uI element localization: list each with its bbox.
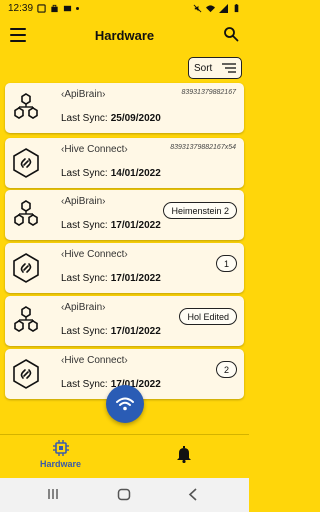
status-time: 12:39 [8, 2, 34, 14]
apibrain-icon [14, 306, 38, 332]
nav-hardware-label: Hardware [40, 459, 82, 469]
last-sync: Last Sync: 17/01/2022 [61, 379, 161, 390]
app-bar: Hardware [0, 20, 249, 52]
photo-icon [63, 5, 72, 11]
sort-label: Sort [194, 62, 213, 74]
last-sync-date: 14/01/2022 [110, 168, 161, 179]
device-label-badge: 1 [215, 255, 237, 272]
device-name: ‹ApiBrain› [61, 302, 106, 313]
notification-icon [37, 3, 46, 13]
bell-icon [177, 446, 191, 463]
last-sync-date: 17/01/2022 [110, 326, 161, 337]
device-card[interactable]: ‹Hive Connect› 1 Last Sync: 17/01/2022 [5, 243, 244, 293]
device-label-badge: 2 [215, 361, 237, 378]
hive-connect-icon [13, 359, 39, 389]
last-sync-label: Last Sync: [61, 273, 108, 284]
signal-icon [219, 3, 228, 13]
device-serial: 83931379882167 [181, 89, 236, 96]
hive-connect-icon [13, 148, 39, 178]
device-name: ‹ApiBrain› [61, 196, 106, 207]
device-name: ‹ApiBrain› [61, 89, 106, 100]
apibrain-icon [14, 93, 38, 119]
last-sync: Last Sync: 17/01/2022 [61, 273, 161, 284]
last-sync-label: Last Sync: [61, 326, 108, 337]
status-bar: 12:39 [0, 0, 249, 16]
device-name: ‹Hive Connect› [61, 144, 128, 155]
wifi-icon [206, 4, 215, 12]
device-name: ‹Hive Connect› [61, 355, 128, 366]
last-sync: Last Sync: 14/01/2022 [61, 168, 161, 179]
recent-apps-icon[interactable] [47, 488, 59, 500]
last-sync-date: 25/09/2020 [110, 113, 161, 124]
device-serial: 83931379882167x54 [170, 144, 236, 151]
back-icon[interactable] [188, 488, 198, 501]
device-card[interactable]: ‹ApiBrain› Hol Edited Last Sync: 17/01/20… [5, 296, 244, 346]
search-icon[interactable] [223, 26, 239, 42]
device-card[interactable]: ‹Hive Connect› 83931379882167x54 Last Sy… [5, 138, 244, 188]
hive-connect-icon [13, 253, 39, 283]
nav-notifications[interactable] [176, 445, 192, 463]
apibrain-icon [14, 200, 38, 226]
device-card[interactable]: ‹ApiBrain› Heimenstein 2 Last Sync: 17/01… [5, 190, 244, 240]
bag-icon [51, 4, 58, 12]
last-sync-label: Last Sync: [61, 168, 108, 179]
dot-icon [76, 6, 80, 10]
device-name: ‹Hive Connect› [61, 249, 128, 260]
device-label-badge: Hol Edited [179, 308, 237, 325]
last-sync: Last Sync: 17/01/2022 [61, 326, 161, 337]
last-sync: Last Sync: 17/01/2022 [61, 220, 161, 231]
sort-button[interactable]: Sort [188, 57, 242, 79]
battery-icon [234, 3, 239, 12]
wifi-icon [116, 397, 134, 411]
mute-icon [193, 4, 202, 12]
last-sync-date: 17/01/2022 [110, 273, 161, 284]
chip-icon [52, 440, 69, 456]
system-nav-bar [0, 478, 249, 512]
wifi-sync-button[interactable] [106, 385, 144, 423]
last-sync: Last Sync: 25/09/2020 [61, 113, 161, 124]
device-card[interactable]: ‹ApiBrain› 83931379882167 Last Sync: 25/0… [5, 83, 244, 133]
last-sync-label: Last Sync: [61, 379, 108, 390]
device-label-badge: Heimenstein 2 [163, 202, 237, 219]
home-icon[interactable] [117, 488, 131, 501]
nav-hardware[interactable]: Hardware [40, 439, 81, 469]
sort-lines-icon [222, 63, 236, 73]
last-sync-date: 17/01/2022 [110, 220, 161, 231]
last-sync-label: Last Sync: [61, 220, 108, 231]
bottom-nav: Hardware [0, 434, 249, 478]
last-sync-label: Last Sync: [61, 113, 108, 124]
page-title: Hardware [94, 28, 155, 43]
